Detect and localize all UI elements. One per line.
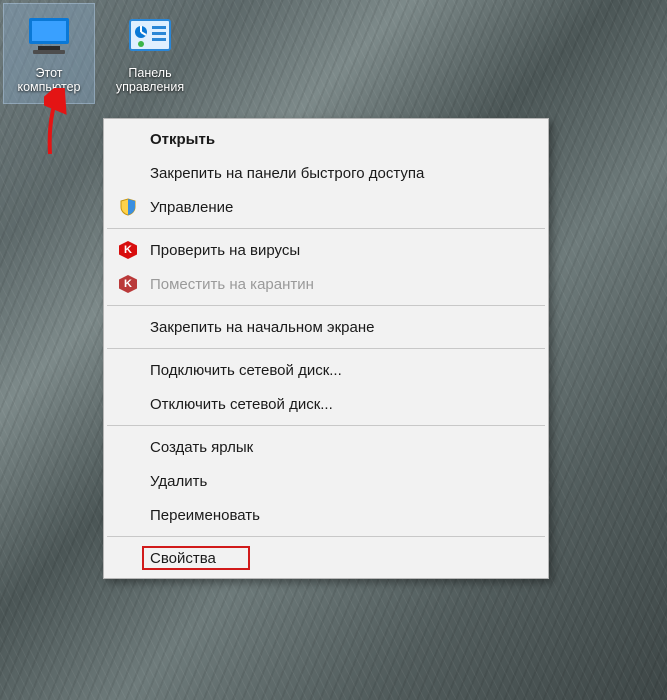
menu-item-label: Удалить bbox=[150, 473, 532, 490]
menu-item-pin-quick-access[interactable]: Закрепить на панели быстрого доступа bbox=[106, 156, 546, 190]
kaspersky-icon bbox=[116, 272, 140, 296]
desktop-icon-label: Этот компьютер bbox=[4, 66, 94, 95]
blank-icon bbox=[116, 503, 140, 527]
blank-icon bbox=[116, 127, 140, 151]
menu-item-scan-virus[interactable]: Проверить на вирусы bbox=[106, 233, 546, 267]
blank-icon bbox=[116, 392, 140, 416]
menu-item-create-shortcut[interactable]: Создать ярлык bbox=[106, 430, 546, 464]
blank-icon bbox=[116, 315, 140, 339]
blank-icon bbox=[116, 546, 140, 570]
computer-icon bbox=[25, 12, 73, 60]
menu-separator bbox=[107, 228, 545, 229]
menu-separator bbox=[107, 305, 545, 306]
menu-item-disconnect-network-drive[interactable]: Отключить сетевой диск... bbox=[106, 387, 546, 421]
menu-item-label: Закрепить на начальном экране bbox=[150, 319, 532, 336]
control-panel-icon bbox=[126, 12, 174, 60]
menu-item-rename[interactable]: Переименовать bbox=[106, 498, 546, 532]
menu-item-pin-start[interactable]: Закрепить на начальном экране bbox=[106, 310, 546, 344]
menu-item-label: Закрепить на панели быстрого доступа bbox=[150, 165, 532, 182]
menu-item-quarantine: Поместить на карантин bbox=[106, 267, 546, 301]
blank-icon bbox=[116, 435, 140, 459]
menu-item-label: Поместить на карантин bbox=[150, 276, 532, 293]
menu-item-label: Переименовать bbox=[150, 507, 532, 524]
shield-icon bbox=[116, 195, 140, 219]
menu-separator bbox=[107, 348, 545, 349]
menu-item-label: Отключить сетевой диск... bbox=[150, 396, 532, 413]
menu-item-label: Управление bbox=[150, 199, 532, 216]
menu-item-label: Проверить на вирусы bbox=[150, 242, 532, 259]
desktop-icons-area: Этот компьютер Панель управления bbox=[0, 0, 199, 103]
menu-item-label: Создать ярлык bbox=[150, 439, 532, 456]
menu-item-label: Свойства bbox=[150, 550, 532, 567]
menu-separator bbox=[107, 536, 545, 537]
desktop-icon-label: Панель управления bbox=[105, 66, 195, 95]
menu-item-delete[interactable]: Удалить bbox=[106, 464, 546, 498]
menu-item-label: Подключить сетевой диск... bbox=[150, 362, 532, 379]
desktop-icon-this-pc[interactable]: Этот компьютер bbox=[4, 4, 94, 103]
blank-icon bbox=[116, 469, 140, 493]
menu-item-label: Открыть bbox=[150, 131, 532, 148]
desktop-icon-control-panel[interactable]: Панель управления bbox=[105, 4, 195, 103]
blank-icon bbox=[116, 161, 140, 185]
menu-item-properties[interactable]: Свойства bbox=[106, 541, 546, 575]
menu-separator bbox=[107, 425, 545, 426]
blank-icon bbox=[116, 358, 140, 382]
context-menu: Открыть Закрепить на панели быстрого дос… bbox=[103, 118, 549, 579]
menu-item-open[interactable]: Открыть bbox=[106, 122, 546, 156]
menu-item-manage[interactable]: Управление bbox=[106, 190, 546, 224]
kaspersky-icon bbox=[116, 238, 140, 262]
menu-item-map-network-drive[interactable]: Подключить сетевой диск... bbox=[106, 353, 546, 387]
